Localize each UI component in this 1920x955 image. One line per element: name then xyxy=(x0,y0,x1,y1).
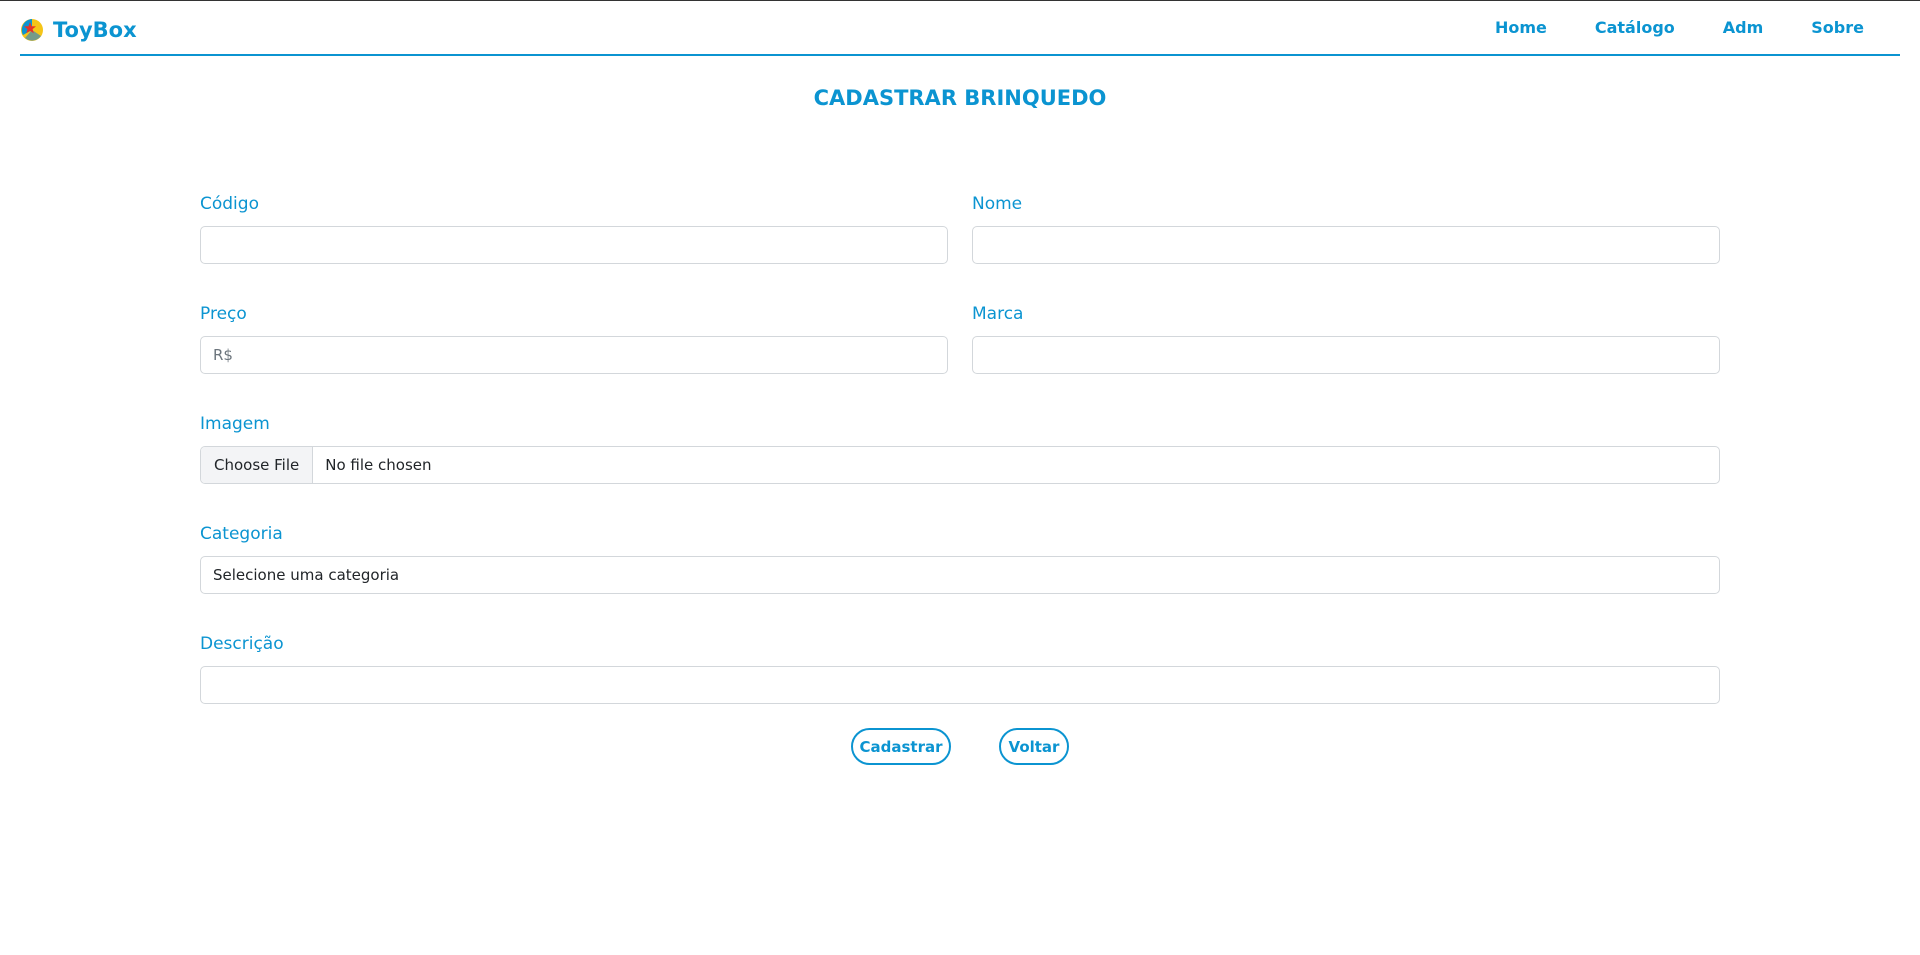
luxo-ball-icon xyxy=(21,18,43,41)
category-label: Categoria xyxy=(200,524,283,544)
name-input[interactable] xyxy=(972,226,1720,264)
file-status-text: No file chosen xyxy=(325,456,432,474)
brand-input[interactable] xyxy=(972,336,1720,374)
brand-label: Marca xyxy=(972,304,1024,324)
nav-link-about[interactable]: Sobre xyxy=(1811,18,1864,37)
image-file-input[interactable]: Choose File No file chosen xyxy=(200,446,1720,484)
main-nav: Home Catálogo Adm Sobre xyxy=(1447,1,1864,54)
navbar: ToyBox Home Catálogo Adm Sobre xyxy=(20,1,1900,56)
page-title: CADASTRAR BRINQUEDO xyxy=(813,86,1107,110)
category-select[interactable]: Selecione uma categoria xyxy=(200,556,1720,594)
image-label: Imagem xyxy=(200,414,270,434)
price-input[interactable] xyxy=(200,336,948,374)
submit-button[interactable]: Cadastrar xyxy=(851,728,951,765)
brand[interactable]: ToyBox xyxy=(20,18,137,42)
nav-link-home[interactable]: Home xyxy=(1495,18,1547,37)
code-input[interactable] xyxy=(200,226,948,264)
brand-name: ToyBox xyxy=(53,17,137,42)
description-input[interactable] xyxy=(200,666,1720,704)
back-button[interactable]: Voltar xyxy=(999,728,1069,765)
category-selected-value: Selecione uma categoria xyxy=(213,566,400,584)
name-label: Nome xyxy=(972,194,1023,214)
description-label: Descrição xyxy=(200,634,284,654)
nav-link-admin[interactable]: Adm xyxy=(1723,18,1764,37)
choose-file-button[interactable]: Choose File xyxy=(201,447,314,483)
price-label: Preço xyxy=(200,304,247,324)
nav-link-catalog[interactable]: Catálogo xyxy=(1595,18,1675,37)
code-label: Código xyxy=(200,194,259,214)
